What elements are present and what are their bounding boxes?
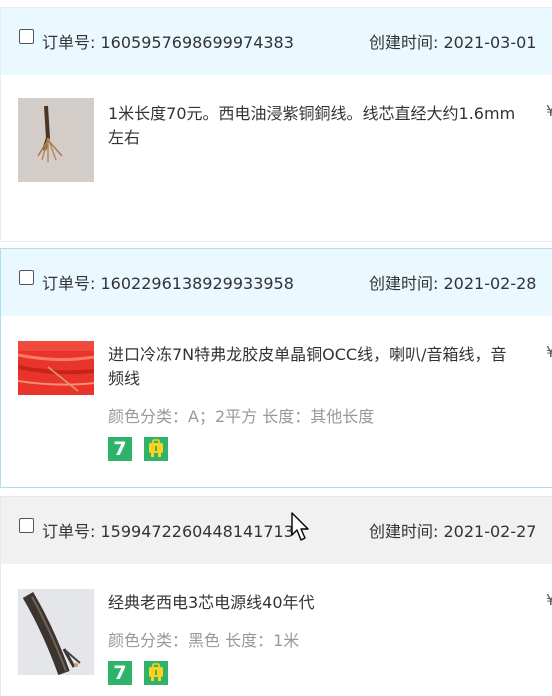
- order-header: 订单号: 1599472260448141713 创建时间: 2021-02-2…: [1, 497, 552, 564]
- mouse-pointer-icon: [291, 512, 309, 541]
- product-thumbnail[interactable]: [18, 341, 94, 395]
- order-created-time: 创建时间: 2021-02-28: [369, 274, 537, 293]
- order-number: 订单号: 1602296138929933958: [42, 274, 294, 293]
- product-title[interactable]: 进口冷冻7N特弗龙胶皮单晶铜OCC线，喇叭/音箱线，音频线: [108, 343, 508, 391]
- product-spec: 颜色分类：A；2平方 长度：其他长度: [108, 407, 375, 426]
- price-currency: ¥: [546, 102, 552, 120]
- product-title[interactable]: 经典老西电3芯电源线40年代: [108, 591, 518, 615]
- order-select-checkbox[interactable]: [19, 518, 34, 533]
- price-currency: ¥: [546, 591, 552, 609]
- order-card: 订单号: 1605957698699974383 创建时间: 2021-03-0…: [0, 7, 552, 242]
- guarantee-icon[interactable]: [144, 437, 168, 461]
- order-header: 订单号: 1605957698699974383 创建时间: 2021-03-0…: [1, 8, 552, 75]
- product-spec: 颜色分类：黑色 长度：1米: [108, 631, 300, 650]
- price-currency: ¥: [546, 343, 552, 361]
- product-thumbnail[interactable]: [18, 589, 94, 675]
- seven-day-return-icon[interactable]: 7: [108, 661, 132, 685]
- order-header: 订单号: 1602296138929933958 创建时间: 2021-02-2…: [1, 249, 552, 316]
- order-number: 订单号: 1599472260448141713: [42, 522, 294, 541]
- product-title[interactable]: 1米长度70元。西电油浸紫铜銅线。线芯直经大约1.6mm左右: [108, 102, 518, 150]
- order-select-checkbox[interactable]: [19, 29, 34, 44]
- order-created-time: 创建时间: 2021-02-27: [369, 522, 537, 541]
- order-created-time: 创建时间: 2021-03-01: [369, 33, 537, 52]
- order-card: 订单号: 1599472260448141713 创建时间: 2021-02-2…: [0, 496, 552, 696]
- product-thumbnail[interactable]: [18, 98, 94, 182]
- order-select-checkbox[interactable]: [19, 270, 34, 285]
- order-number: 订单号: 1605957698699974383: [42, 33, 294, 52]
- guarantee-icon[interactable]: [144, 661, 168, 685]
- seven-day-return-icon[interactable]: 7: [108, 437, 132, 461]
- order-card: 订单号: 1602296138929933958 创建时间: 2021-02-2…: [0, 248, 552, 488]
